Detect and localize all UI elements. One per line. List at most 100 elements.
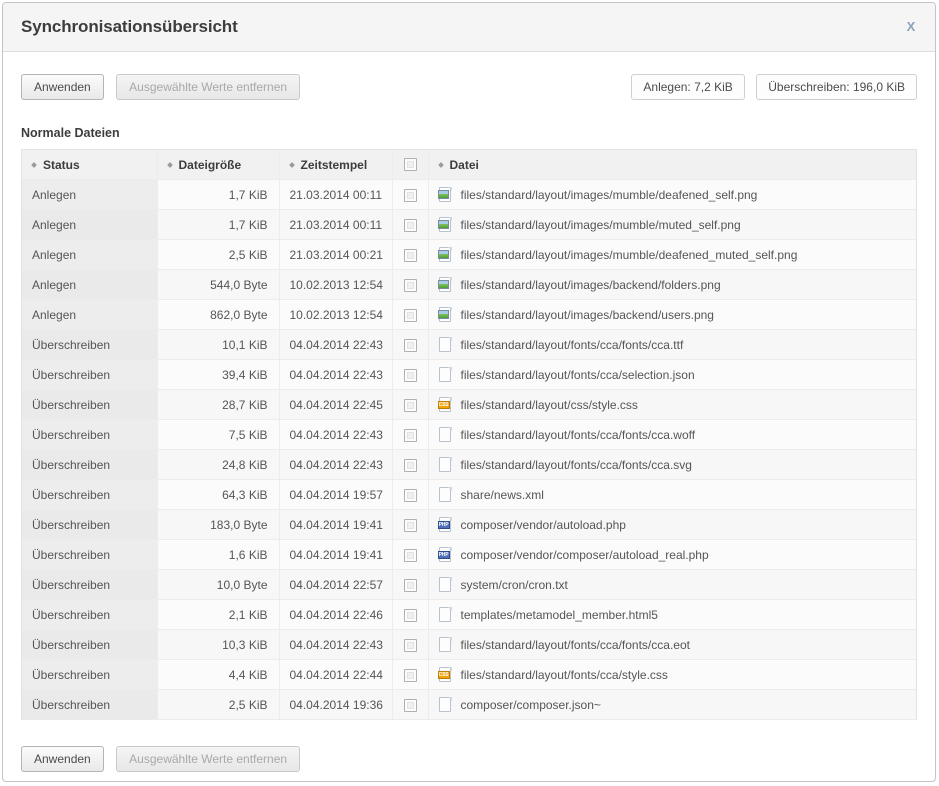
dialog-titlebar: Synchronisationsübersicht X xyxy=(3,3,935,52)
file-path-label: templates/metamodel_member.html5 xyxy=(460,607,658,622)
cell-filesize: 862,0 Byte xyxy=(157,299,280,330)
row-checkbox[interactable] xyxy=(403,548,417,562)
table-header-row: Status Dateigröße Zeitstempel Datei xyxy=(22,150,916,180)
generic-file-icon xyxy=(438,486,453,503)
cell-file: system/cron/cron.txt xyxy=(428,569,916,600)
file-path-label: files/standard/layout/images/mumble/deaf… xyxy=(460,247,798,262)
table-row: Anlegen 544,0 Byte 10.02.2013 12:54 files/s… xyxy=(22,269,916,300)
row-checkbox[interactable] xyxy=(403,638,417,652)
remove-selected-button-bottom[interactable]: Ausgewählte Werte entfernen xyxy=(116,746,301,772)
summary-stats: Anlegen: 7,2 KiB Überschreiben: 196,0 Ki… xyxy=(631,74,917,100)
column-header-size-label: Dateigröße xyxy=(178,157,242,172)
cell-file: files/standard/layout/images/mumble/deaf… xyxy=(428,179,916,210)
row-checkbox[interactable] xyxy=(403,458,417,472)
cell-filesize: 2,5 KiB xyxy=(157,689,280,720)
file-path-label: files/standard/layout/images/backend/fol… xyxy=(460,277,721,292)
row-checkbox[interactable] xyxy=(403,368,417,382)
table-row: Anlegen 862,0 Byte 10.02.2013 12:54 files/s… xyxy=(22,299,916,330)
row-checkbox[interactable] xyxy=(403,608,417,622)
image-file-icon xyxy=(437,246,453,263)
column-header-size[interactable]: Dateigröße xyxy=(157,150,280,180)
generic-file-icon xyxy=(438,636,453,653)
stat-create-badge: Anlegen: 7,2 KiB xyxy=(631,74,745,100)
cell-file: files/standard/layout/fonts/cca/fonts/cc… xyxy=(428,419,916,450)
file-path-label: files/standard/layout/images/mumble/mute… xyxy=(460,217,741,232)
row-checkbox[interactable] xyxy=(403,428,417,442)
cell-filesize: 544,0 Byte xyxy=(157,269,280,300)
image-file-icon xyxy=(437,216,453,233)
table-row: Anlegen 2,5 KiB 21.03.2014 00:21 files/stan… xyxy=(22,239,916,270)
cell-select xyxy=(392,209,429,240)
cell-file: files/standard/layout/fonts/cca/selectio… xyxy=(428,359,916,390)
row-checkbox[interactable] xyxy=(403,518,417,532)
generic-file-icon xyxy=(438,606,453,623)
column-header-file[interactable]: Datei xyxy=(428,150,916,180)
cell-filesize: 28,7 KiB xyxy=(157,389,280,420)
cell-filesize: 1,7 KiB xyxy=(157,179,280,210)
remove-selected-button-top[interactable]: Ausgewählte Werte entfernen xyxy=(116,74,301,100)
cell-timestamp: 21.03.2014 00:21 xyxy=(279,239,393,270)
cell-timestamp: 04.04.2014 19:41 xyxy=(279,539,393,570)
cell-status: Überschreiben xyxy=(22,689,158,720)
row-checkbox[interactable] xyxy=(403,338,417,352)
row-checkbox[interactable] xyxy=(403,698,417,712)
cell-select xyxy=(392,539,429,570)
row-checkbox[interactable] xyxy=(403,398,417,412)
cell-filesize: 183,0 Byte xyxy=(157,509,280,540)
cell-status: Anlegen xyxy=(22,299,158,330)
cell-select xyxy=(392,269,429,300)
file-path-label: composer/composer.json~ xyxy=(460,697,601,712)
dialog-body: Anwenden Ausgewählte Werte entfernen Anl… xyxy=(3,74,935,776)
cell-select xyxy=(392,239,429,270)
row-checkbox[interactable] xyxy=(403,668,417,682)
cell-filesize: 39,4 KiB xyxy=(157,359,280,390)
row-checkbox[interactable] xyxy=(403,188,417,202)
table-row: Überschreiben 39,4 KiB 04.04.2014 22:43 fil… xyxy=(22,359,916,390)
cell-status: Anlegen xyxy=(22,209,158,240)
cell-file: composer/composer.json~ xyxy=(428,689,916,720)
cell-timestamp: 04.04.2014 22:43 xyxy=(279,329,393,360)
row-checkbox[interactable] xyxy=(403,218,417,232)
apply-button-bottom[interactable]: Anwenden xyxy=(21,746,104,772)
row-checkbox[interactable] xyxy=(403,578,417,592)
cell-file: files/standard/layout/images/mumble/mute… xyxy=(428,209,916,240)
php-file-icon: PHP xyxy=(437,516,453,533)
row-checkbox[interactable] xyxy=(403,248,417,262)
cell-status: Überschreiben xyxy=(22,419,158,450)
cell-select xyxy=(392,689,429,720)
cell-file: files/standard/layout/fonts/cca/fonts/cc… xyxy=(428,629,916,660)
cell-status: Überschreiben xyxy=(22,659,158,690)
cell-status: Anlegen xyxy=(22,239,158,270)
select-all-checkbox[interactable] xyxy=(403,158,417,171)
cell-timestamp: 10.02.2013 12:54 xyxy=(279,269,393,300)
php-file-icon: PHP xyxy=(437,546,453,563)
cell-status: Überschreiben xyxy=(22,329,158,360)
table-row: Überschreiben 24,8 KiB 04.04.2014 22:43 fil… xyxy=(22,449,916,480)
column-header-timestamp-label: Zeitstempel xyxy=(300,157,368,172)
cell-filesize: 4,4 KiB xyxy=(157,659,280,690)
row-checkbox[interactable] xyxy=(403,278,417,292)
sort-indicator-icon xyxy=(437,161,444,168)
cell-filesize: 7,5 KiB xyxy=(157,419,280,450)
cell-status: Überschreiben xyxy=(22,509,158,540)
file-path-label: files/standard/layout/fonts/cca/fonts/cc… xyxy=(460,427,696,442)
dialog-title: Synchronisationsübersicht xyxy=(21,17,238,36)
file-path-label: files/standard/layout/fonts/cca/style.cs… xyxy=(460,667,668,682)
row-checkbox[interactable] xyxy=(403,488,417,502)
column-header-status[interactable]: Status xyxy=(22,150,158,180)
file-path-label: share/news.xml xyxy=(460,487,544,502)
table-row: Überschreiben 4,4 KiB 04.04.2014 22:44 CSS f… xyxy=(22,659,916,690)
sort-indicator-icon xyxy=(166,161,173,168)
cell-timestamp: 21.03.2014 00:11 xyxy=(279,209,393,240)
cell-file: files/standard/layout/fonts/cca/fonts/cc… xyxy=(428,449,916,480)
cell-filesize: 1,6 KiB xyxy=(157,539,280,570)
cell-select xyxy=(392,569,429,600)
row-checkbox[interactable] xyxy=(403,308,417,322)
apply-button-top[interactable]: Anwenden xyxy=(21,74,104,100)
cell-timestamp: 04.04.2014 22:43 xyxy=(279,629,393,660)
cell-file: PHP composer/vendor/autoload.php xyxy=(428,509,916,540)
cell-file: PHP composer/vendor/composer/autoload_rea… xyxy=(428,539,916,570)
column-header-file-label: Datei xyxy=(449,157,479,172)
column-header-timestamp[interactable]: Zeitstempel xyxy=(279,150,393,180)
close-icon[interactable]: X xyxy=(903,19,919,35)
